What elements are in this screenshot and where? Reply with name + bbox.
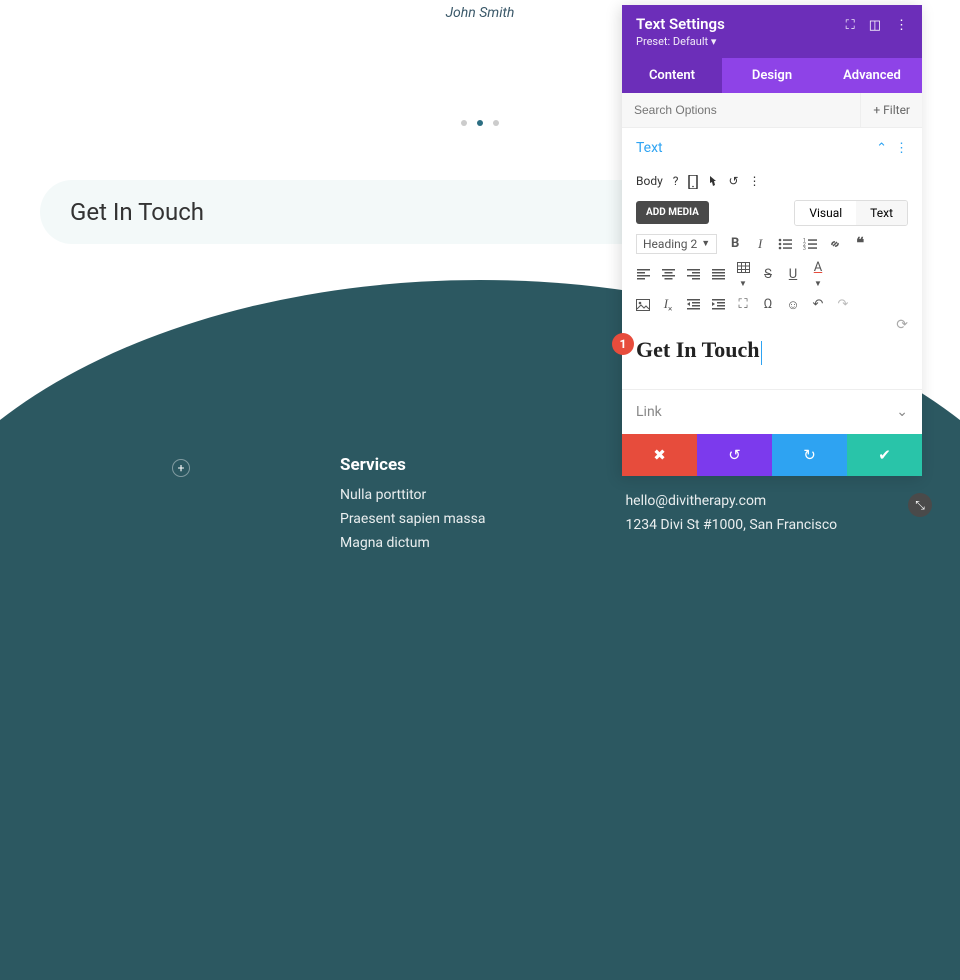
outdent-icon[interactable] xyxy=(686,297,700,312)
settings-panel: Text Settings Preset: Default ▾ ⛶ ◫ ⋮ Co… xyxy=(622,5,922,476)
panel-tabs: Content Design Advanced xyxy=(622,58,922,93)
table-icon[interactable]: ▼ xyxy=(736,260,750,290)
focus-icon[interactable]: ⛶ xyxy=(846,18,855,33)
fullscreen-icon[interactable]: ⛶ xyxy=(736,297,750,312)
preset-selector[interactable]: Preset: Default ▾ xyxy=(636,35,725,48)
undo-icon[interactable]: ↶ xyxy=(811,297,825,312)
text-color-icon[interactable]: A ▼ xyxy=(811,260,825,290)
callout-marker: 1 xyxy=(612,333,634,355)
tab-design[interactable]: Design xyxy=(722,58,822,93)
italic-icon[interactable]: I xyxy=(753,236,767,252)
resize-handle[interactable]: ⤡ xyxy=(908,493,932,517)
footer-services-column: Services Nulla porttitor Praesent sapien… xyxy=(340,455,485,559)
panel-title: Text Settings xyxy=(636,15,725,33)
service-item[interactable]: Nulla porttitor xyxy=(340,487,485,503)
reset-icon[interactable]: ↺ xyxy=(728,174,738,188)
services-title: Services xyxy=(340,455,485,475)
text-section-label: Text xyxy=(636,140,663,156)
bullet-list-icon[interactable] xyxy=(778,236,792,251)
tab-advanced[interactable]: Advanced xyxy=(822,58,922,93)
link-section-header[interactable]: Link ⌄ xyxy=(622,389,922,434)
text-tab[interactable]: Text xyxy=(856,201,907,225)
svg-text:3: 3 xyxy=(803,246,806,250)
dot-active[interactable] xyxy=(477,120,483,126)
body-more-icon[interactable]: ⋮ xyxy=(749,174,761,188)
dot[interactable] xyxy=(461,120,467,126)
quote-icon[interactable]: ❝ xyxy=(853,234,867,253)
dot[interactable] xyxy=(493,120,499,126)
strikethrough-icon[interactable]: S xyxy=(761,267,775,282)
expand-icon: ⌄ xyxy=(896,404,908,420)
link-icon[interactable] xyxy=(828,236,842,251)
body-label: Body xyxy=(636,174,663,188)
align-right-icon[interactable] xyxy=(686,267,700,282)
snap-icon[interactable]: ◫ xyxy=(869,18,881,33)
panel-header[interactable]: Text Settings Preset: Default ▾ ⛶ ◫ ⋮ xyxy=(622,5,922,58)
editor-content[interactable]: Get In Touch xyxy=(636,337,760,363)
image-icon[interactable] xyxy=(636,297,650,312)
cancel-button[interactable]: ✖ xyxy=(622,434,697,476)
editor-toolbar: Heading 2 ▼ B I 123 ❝ ▼ S U A ▼ xyxy=(622,234,922,328)
contact-email[interactable]: hello@divitherapy.com xyxy=(625,493,837,509)
align-center-icon[interactable] xyxy=(661,267,675,282)
align-justify-icon[interactable] xyxy=(711,267,725,282)
search-input[interactable] xyxy=(622,93,860,127)
service-item[interactable]: Praesent sapien massa xyxy=(340,511,485,527)
clear-format-icon[interactable]: I× xyxy=(661,296,675,314)
heading-dropdown[interactable]: Heading 2 ▼ xyxy=(636,234,717,254)
link-section-label: Link xyxy=(636,404,662,420)
redo-button[interactable]: ↻ xyxy=(772,434,847,476)
contact-address: 1234 Divi St #1000, San Francisco xyxy=(625,517,837,533)
section-more-icon[interactable]: ⋮ xyxy=(895,141,908,156)
undo-button[interactable]: ↺ xyxy=(697,434,772,476)
tab-content[interactable]: Content xyxy=(622,58,722,93)
help-icon[interactable]: ? xyxy=(673,174,679,188)
mobile-icon[interactable] xyxy=(688,174,698,189)
emoji-icon[interactable]: ☺ xyxy=(786,297,800,313)
align-left-icon[interactable] xyxy=(636,267,650,282)
special-char-icon[interactable]: Ω xyxy=(761,297,775,312)
collapse-icon[interactable]: ⌃ xyxy=(876,141,887,156)
add-section-button[interactable]: + xyxy=(172,459,190,477)
visual-tab[interactable]: Visual xyxy=(795,201,856,225)
save-button[interactable]: ✔ xyxy=(847,434,922,476)
number-list-icon[interactable]: 123 xyxy=(803,236,817,251)
add-media-button[interactable]: ADD MEDIA xyxy=(636,201,709,224)
redo-icon[interactable]: ↷ xyxy=(836,297,850,312)
underline-icon[interactable]: U xyxy=(786,267,800,282)
text-section-header[interactable]: Text ⌃ ⋮ xyxy=(622,128,922,168)
bold-icon[interactable]: B xyxy=(728,236,742,251)
indent-icon[interactable] xyxy=(711,297,725,312)
more-icon[interactable]: ⋮ xyxy=(895,18,908,33)
filter-button[interactable]: + Filter xyxy=(860,93,922,127)
dynamic-content-icon[interactable]: ⟳ xyxy=(896,317,908,333)
text-cursor xyxy=(761,341,762,365)
service-item[interactable]: Magna dictum xyxy=(340,535,485,551)
hover-icon[interactable] xyxy=(708,174,718,189)
